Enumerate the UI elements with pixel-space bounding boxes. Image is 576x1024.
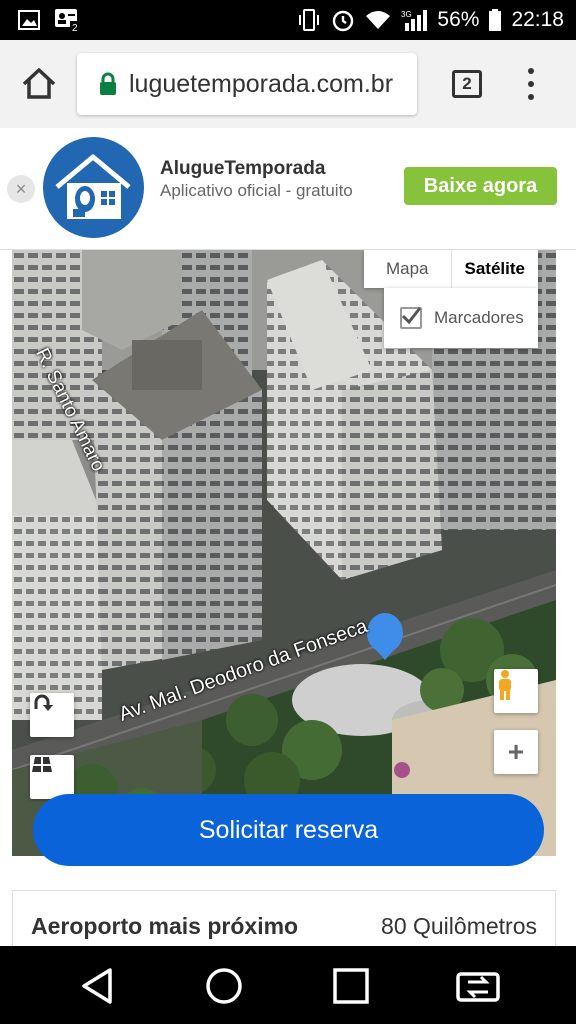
nearest-airport-distance: 80 Quilômetros bbox=[381, 913, 537, 939]
lock-icon bbox=[100, 72, 116, 95]
install-app-button[interactable]: Baixe agora bbox=[404, 167, 557, 205]
recent-apps-icon[interactable] bbox=[329, 964, 373, 1008]
svg-text:2: 2 bbox=[72, 23, 78, 33]
alarm-icon bbox=[333, 10, 354, 32]
address-bar[interactable]: luguetemporada.com.br bbox=[77, 53, 417, 115]
vibrate-icon bbox=[299, 9, 320, 31]
status-bar: 2 3G 56% 22:18 bbox=[0, 0, 576, 40]
url-text: luguetemporada.com.br bbox=[129, 69, 394, 98]
markers-label: Marcadores bbox=[434, 308, 524, 327]
rotate-map-button[interactable] bbox=[30, 693, 74, 737]
browser-toolbar: luguetemporada.com.br 2 bbox=[0, 40, 576, 128]
network-type-label: 3G bbox=[401, 10, 412, 19]
wifi-icon bbox=[366, 11, 391, 29]
app-banner: × AlugueTemporada Aplicativo oficial - g… bbox=[0, 128, 576, 250]
close-glyph: × bbox=[15, 178, 27, 199]
app-logo-icon bbox=[43, 137, 144, 238]
clock: 22:18 bbox=[511, 8, 564, 31]
map-type-switch: Mapa Satélite bbox=[364, 250, 538, 288]
pegman-icon bbox=[499, 670, 511, 700]
signal-icon: 3G bbox=[401, 10, 428, 31]
tab-switcher-button[interactable]: 2 bbox=[452, 70, 482, 98]
system-nav-bar bbox=[0, 946, 576, 1024]
overflow-menu-icon[interactable] bbox=[522, 68, 540, 100]
image-icon bbox=[18, 10, 40, 30]
home-icon[interactable] bbox=[18, 62, 60, 104]
screen: 2 3G 56% 22:18 luguetemporada.com.br 2 ×… bbox=[0, 0, 576, 1024]
battery-icon bbox=[489, 9, 502, 31]
contact-card-icon: 2 bbox=[55, 9, 81, 33]
app-subtitle: Aplicativo oficial - gratuito bbox=[160, 181, 353, 200]
battery-percent: 56% bbox=[437, 8, 480, 31]
map-type-map-button[interactable]: Mapa bbox=[364, 250, 451, 288]
back-icon[interactable] bbox=[76, 964, 120, 1008]
tilt-map-button[interactable] bbox=[30, 755, 74, 799]
street-view-pegman-button[interactable] bbox=[494, 669, 538, 713]
rotate-icon bbox=[34, 694, 53, 711]
markers-toggle[interactable]: Marcadores bbox=[384, 288, 538, 348]
nearest-airport-label: Aeroporto mais próximo bbox=[31, 913, 299, 939]
checkmark-icon bbox=[401, 307, 422, 325]
zoom-in-button[interactable]: + bbox=[494, 730, 538, 774]
switch-app-icon[interactable] bbox=[456, 964, 500, 1008]
close-icon[interactable]: × bbox=[7, 175, 35, 203]
tilt-icon bbox=[32, 757, 52, 772]
request-booking-button[interactable]: Solicitar reserva bbox=[33, 794, 544, 866]
map-type-satellite-button[interactable]: Satélite bbox=[450, 250, 539, 288]
markers-checkbox[interactable] bbox=[400, 307, 422, 329]
tab-count: 2 bbox=[462, 74, 472, 93]
app-name: AlugueTemporada bbox=[160, 158, 326, 179]
home-circle-icon[interactable] bbox=[202, 964, 246, 1008]
satellite-map[interactable]: R. Santo Amaro Av. Mal. Deodoro da Fonse… bbox=[12, 250, 556, 856]
